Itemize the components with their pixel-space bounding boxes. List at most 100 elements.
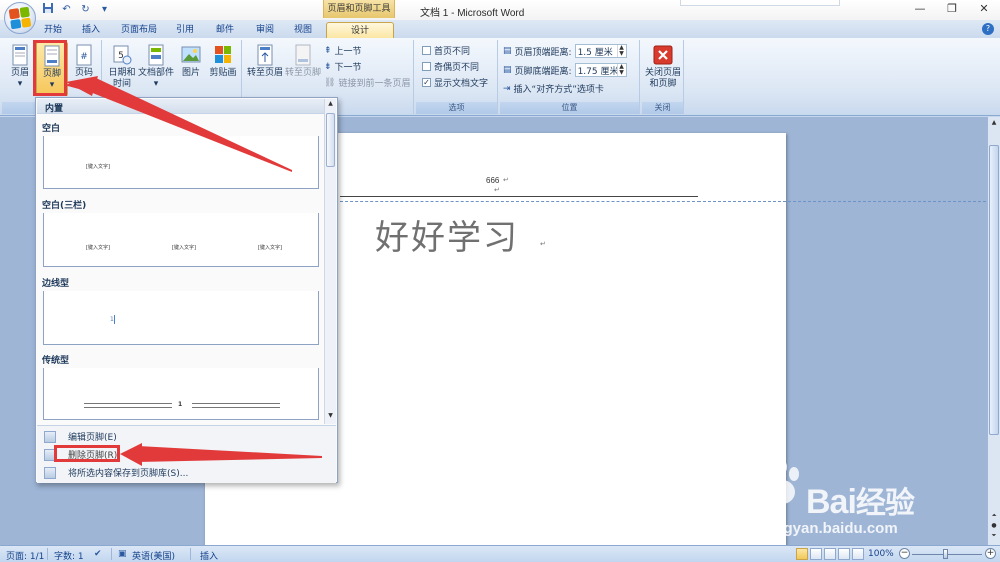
watermark-url: jingyan.baidu.com	[766, 520, 898, 537]
show-document-text-checkbox[interactable]: ✓ 显示文档文字	[422, 76, 488, 89]
header-label: 页眉	[10, 68, 29, 78]
tab-insert[interactable]: 插入	[76, 22, 106, 38]
spin-arrows-icon[interactable]: ▲ ▼	[616, 45, 626, 57]
tab-page-layout[interactable]: 页面布局	[114, 22, 164, 38]
goto-header-icon	[257, 44, 273, 66]
edit-footer-menu-item[interactable]: 编辑页脚(E)	[39, 428, 333, 445]
insert-alignment-tab-button[interactable]: ⇥ 插入“对齐方式”选项卡	[503, 82, 604, 96]
calendar-clock-icon: 5	[113, 45, 132, 65]
page-count[interactable]: 页面: 1/1	[6, 549, 44, 562]
web-layout-view-icon[interactable]	[824, 548, 836, 560]
scroll-prev-page-icon[interactable]: ⏶	[989, 512, 999, 521]
gallery-scroll-thumb[interactable]	[326, 113, 335, 167]
restore-button[interactable]: ❐	[936, 0, 968, 18]
print-layout-view-icon[interactable]	[796, 548, 808, 560]
vertical-scrollbar[interactable]: ▲ ⏶ ● ⏷	[987, 117, 1000, 545]
minimize-button[interactable]: —	[904, 0, 936, 18]
show-document-text-label: 显示文档文字	[434, 79, 489, 89]
next-section-label: 下一节	[334, 63, 362, 73]
tab-references[interactable]: 引用	[170, 22, 200, 38]
gallery-scrollbar[interactable]: ▲ ▼	[324, 99, 336, 424]
undo-icon[interactable]: ↶	[59, 2, 74, 17]
header-from-top-value: 1.5 厘米	[577, 47, 613, 58]
footer-preview-traditional[interactable]: 1	[43, 368, 319, 420]
zoom-level[interactable]: 100%	[868, 549, 894, 559]
zoom-slider-thumb[interactable]	[943, 549, 948, 559]
footer-from-bottom-input[interactable]: 1.75 厘米 ▲ ▼	[574, 63, 627, 77]
close-header-footer-button[interactable]: 关闭页眉 和页脚	[644, 42, 682, 96]
link-to-previous-button[interactable]: ⛓ 链接到前一条页眉	[324, 76, 410, 90]
tab-view[interactable]: 视图	[288, 22, 318, 38]
gallery-scroll-down-icon[interactable]: ▼	[325, 412, 336, 422]
goto-footer-button[interactable]: 转至页脚	[284, 42, 322, 96]
full-screen-reading-view-icon[interactable]	[810, 548, 822, 560]
outline-view-icon[interactable]	[838, 548, 850, 560]
page-number-button[interactable]: # 页码 ▾	[68, 42, 100, 96]
footer-from-bottom-value: 1.75 厘米	[577, 66, 619, 77]
prev-section-label: 上一节	[334, 47, 362, 57]
scroll-up-icon[interactable]: ▲	[989, 119, 999, 128]
header-button[interactable]: 页眉 ▾	[4, 42, 36, 96]
help-icon[interactable]: ?	[982, 23, 994, 35]
clip-art-button[interactable]: 剪贴画	[206, 42, 240, 96]
different-odd-even-check	[422, 62, 431, 71]
paragraph-mark-icon: ↵	[540, 240, 546, 248]
zoom-in-icon[interactable]: +	[985, 548, 996, 559]
draft-view-icon[interactable]	[852, 548, 864, 560]
gallery-scroll-up-icon[interactable]: ▲	[325, 100, 336, 110]
header-text[interactable]: 666	[486, 176, 499, 185]
spin-arrows-icon[interactable]: ▲ ▼	[616, 64, 626, 76]
different-first-page-checkbox[interactable]: 首页不同	[422, 44, 470, 57]
picture-icon	[181, 46, 201, 63]
picture-label: 图片	[181, 68, 200, 78]
redo-icon[interactable]: ↻	[78, 2, 93, 17]
annotation-highlight-footer-button	[33, 40, 67, 96]
scroll-next-page-icon[interactable]: ⏷	[989, 532, 999, 541]
footer-preview-sideline[interactable]: 1	[43, 291, 319, 345]
preview-placeholder: [键入文字]	[86, 245, 110, 251]
date-time-label-2: 时间	[112, 79, 131, 89]
tab-review[interactable]: 审阅	[250, 22, 280, 38]
tab-design[interactable]: 设计	[326, 22, 394, 38]
ribbon-tab-bar: 开始 插入 页面布局 引用 邮件 审阅 视图 设计 ?	[0, 20, 1000, 38]
header-boundary-dashed	[340, 201, 700, 202]
select-browse-object-icon[interactable]: ●	[989, 522, 999, 531]
date-time-label-1: 日期和	[108, 68, 136, 78]
goto-header-button[interactable]: 转至页眉	[246, 42, 284, 96]
save-icon[interactable]	[40, 2, 55, 17]
picture-button[interactable]: 图片	[176, 42, 206, 96]
footer-preview-blank-three-column[interactable]: [键入文字] [键入文字] [键入文字]	[43, 213, 319, 267]
body-text[interactable]: 好好学习	[375, 210, 519, 259]
header-boundary-dashed-right	[698, 201, 986, 202]
next-section-button[interactable]: ⇟ 下一节	[324, 60, 362, 74]
language[interactable]: 英语(美国)	[132, 549, 175, 562]
close-window-button[interactable]: ✕	[968, 0, 1000, 18]
different-odd-even-checkbox[interactable]: 奇偶页不同	[422, 60, 479, 73]
insert-mode[interactable]: 插入	[200, 549, 218, 562]
tab-mailings[interactable]: 邮件	[210, 22, 240, 38]
word-count[interactable]: 字数: 1	[54, 549, 84, 562]
proofing-icon[interactable]: ✔	[94, 549, 102, 559]
traditional-line-left	[84, 403, 172, 404]
quick-parts-button[interactable]: 文档部件 ▾	[138, 42, 174, 96]
gallery-category-sideline: 边线型	[42, 279, 70, 289]
close-icon	[653, 45, 673, 65]
footer-preview-blank[interactable]: [键入文字]	[43, 136, 319, 189]
save-selection-to-gallery-menu-item[interactable]: 将所选内容保存到页脚库(S)...	[39, 464, 333, 481]
title-search-strip	[680, 0, 840, 6]
customize-qat-icon[interactable]: ▾	[97, 2, 112, 17]
scrollbar-thumb[interactable]	[989, 145, 999, 435]
office-button[interactable]	[4, 2, 36, 34]
date-time-button[interactable]: 5 日期和 时间	[106, 42, 138, 96]
tab-home[interactable]: 开始	[38, 22, 68, 38]
watermark-brand: Bai经验	[806, 478, 915, 522]
close-header-footer-label-2: 和页脚	[649, 79, 677, 89]
group-position: ▤ 页眉顶端距离: 1.5 厘米 ▲ ▼ ▤ 页脚底端距离: 1.75 厘米 ▲ ▼ ⇥…	[500, 40, 640, 114]
prev-section-button[interactable]: ⇞ 上一节	[324, 44, 362, 58]
header-dropdown-icon: ▾	[17, 79, 23, 89]
preview-placeholder: [键入文字]	[258, 245, 282, 251]
quick-parts-label: 文档部件	[138, 68, 175, 78]
header-from-top-input[interactable]: 1.5 厘米 ▲ ▼	[574, 44, 627, 58]
zoom-out-icon[interactable]: −	[899, 548, 910, 559]
watermark-brand-latin: Bai	[806, 483, 857, 521]
